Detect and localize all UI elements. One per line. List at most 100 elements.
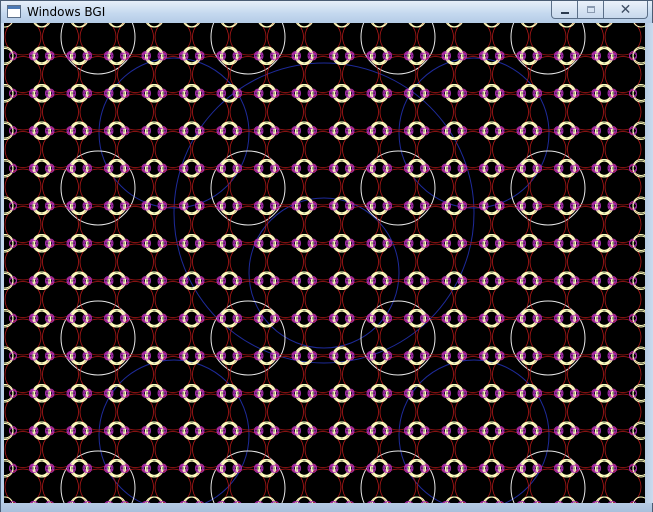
small-yellow-ring xyxy=(520,48,537,65)
small-yellow-ring xyxy=(595,160,612,178)
small-yellow-ring xyxy=(32,348,50,365)
red-ring xyxy=(529,468,567,503)
small-yellow-ring xyxy=(633,23,645,28)
small-yellow-ring xyxy=(521,160,539,178)
small-yellow-ring xyxy=(557,385,575,403)
small-yellow-ring xyxy=(559,460,576,478)
small-yellow-ring xyxy=(632,48,645,65)
small-yellow-ring xyxy=(32,423,50,440)
white-ring xyxy=(210,23,286,75)
small-yellow-ring xyxy=(520,273,537,290)
app-window-icon[interactable] xyxy=(7,5,21,18)
small-yellow-ring xyxy=(595,235,612,253)
close-icon: ✕ xyxy=(619,1,632,18)
small-yellow-ring xyxy=(557,235,575,253)
small-yellow-ring xyxy=(520,235,537,253)
red-ring xyxy=(342,468,379,503)
small-yellow-ring xyxy=(109,48,126,65)
small-yellow-ring xyxy=(632,198,645,215)
small-yellow-ring xyxy=(32,310,50,328)
small-yellow-ring xyxy=(559,385,576,403)
small-yellow-ring xyxy=(557,273,575,290)
small-yellow-ring xyxy=(596,460,614,478)
small-yellow-ring xyxy=(71,198,89,215)
small-yellow-ring xyxy=(521,85,539,103)
small-yellow-ring xyxy=(34,385,51,403)
small-yellow-ring xyxy=(521,385,539,403)
close-button[interactable]: ✕ xyxy=(604,1,648,19)
small-yellow-ring xyxy=(521,423,539,440)
small-yellow-ring xyxy=(521,348,539,365)
small-yellow-ring xyxy=(595,310,612,328)
minimize-button[interactable] xyxy=(551,1,578,19)
red-ring xyxy=(604,468,642,503)
small-yellow-ring xyxy=(109,348,126,365)
small-yellow-ring xyxy=(520,160,537,178)
small-yellow-ring xyxy=(632,235,645,253)
small-yellow-ring xyxy=(4,23,13,28)
small-yellow-ring xyxy=(109,198,126,215)
small-yellow-ring xyxy=(521,235,539,253)
title-bar[interactable]: Windows BGI ✕ xyxy=(1,1,652,23)
bgi-window: Windows BGI ✕ xyxy=(0,0,653,512)
small-yellow-ring xyxy=(595,198,612,215)
small-yellow-ring xyxy=(71,423,89,440)
white-ring xyxy=(360,23,436,75)
small-yellow-ring xyxy=(71,48,89,65)
small-yellow-ring xyxy=(107,198,125,215)
fractal-drawing xyxy=(4,23,645,503)
window-title: Windows BGI xyxy=(27,5,106,19)
small-yellow-ring xyxy=(596,85,614,103)
small-yellow-ring xyxy=(520,198,537,215)
small-yellow-ring xyxy=(596,310,614,328)
small-yellow-ring xyxy=(520,348,537,365)
small-yellow-ring xyxy=(596,48,614,65)
small-yellow-ring xyxy=(521,273,539,290)
small-yellow-ring xyxy=(595,85,612,103)
small-yellow-ring xyxy=(32,460,50,478)
white-ring xyxy=(510,450,586,503)
small-yellow-ring xyxy=(559,235,576,253)
small-yellow-ring xyxy=(32,198,50,215)
small-yellow-ring xyxy=(71,273,89,290)
small-yellow-ring xyxy=(559,198,576,215)
small-yellow-ring xyxy=(109,85,126,103)
small-yellow-ring xyxy=(557,198,575,215)
large-blue-ring xyxy=(398,57,550,209)
red-ring xyxy=(379,468,417,503)
small-yellow-ring xyxy=(34,48,51,65)
small-yellow-ring xyxy=(557,460,575,478)
small-yellow-ring xyxy=(34,310,51,328)
small-yellow-ring xyxy=(595,273,612,290)
maximize-button[interactable] xyxy=(578,1,604,19)
red-ring xyxy=(154,468,192,503)
small-yellow-ring xyxy=(32,235,50,253)
red-ring xyxy=(229,468,267,503)
small-yellow-ring xyxy=(70,460,87,478)
small-yellow-ring xyxy=(107,310,125,328)
small-yellow-ring xyxy=(559,123,576,140)
small-yellow-ring xyxy=(70,235,87,253)
small-yellow-ring xyxy=(71,160,89,178)
small-yellow-ring xyxy=(34,423,51,440)
small-yellow-ring xyxy=(107,423,125,440)
small-yellow-ring xyxy=(632,85,645,103)
small-yellow-ring xyxy=(107,160,125,178)
small-yellow-ring xyxy=(557,48,575,65)
small-yellow-ring xyxy=(520,423,537,440)
small-yellow-ring xyxy=(520,310,537,328)
small-yellow-ring xyxy=(109,460,126,478)
small-yellow-ring xyxy=(521,48,539,65)
bgi-drawing-canvas[interactable] xyxy=(4,23,645,503)
small-yellow-ring xyxy=(34,198,51,215)
small-yellow-ring xyxy=(632,423,645,440)
small-yellow-ring xyxy=(32,385,50,403)
small-yellow-ring xyxy=(71,310,89,328)
window-bottom-border xyxy=(1,503,652,512)
small-yellow-ring xyxy=(559,273,576,290)
small-yellow-ring xyxy=(557,423,575,440)
red-ring xyxy=(267,468,304,503)
red-ring xyxy=(42,468,79,503)
small-yellow-ring xyxy=(32,160,50,178)
white-ring xyxy=(60,23,136,75)
